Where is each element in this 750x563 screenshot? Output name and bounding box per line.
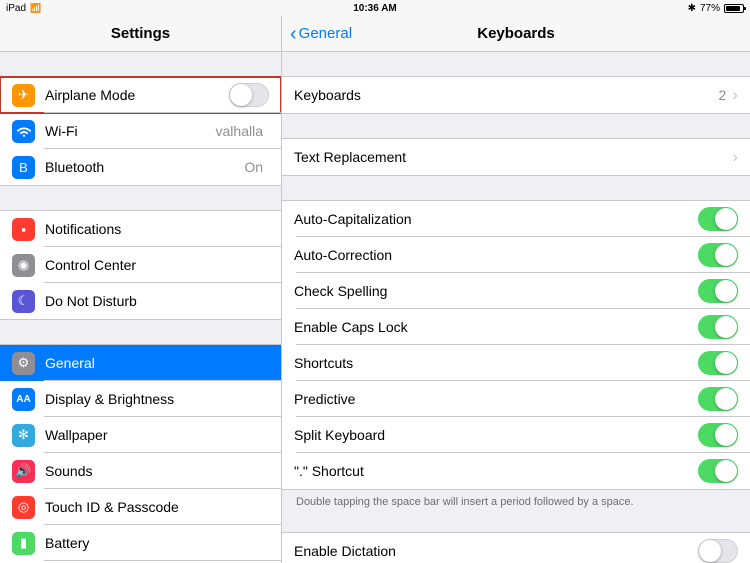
- sidebar-item-notifications[interactable]: ▪ Notifications: [0, 211, 281, 247]
- sidebar-item-wallpaper[interactable]: ✻ Wallpaper: [0, 417, 281, 453]
- sidebar-item-battery[interactable]: ▮ Battery: [0, 525, 281, 561]
- wifi-settings-icon: [12, 120, 35, 143]
- toggles-footer-note: Double tapping the space bar will insert…: [282, 490, 750, 508]
- chevron-right-icon: ›: [732, 147, 738, 167]
- wallpaper-icon: ✻: [12, 424, 35, 447]
- keyboard-toggles-group: Auto-Capitalization Auto-Correction Check …: [282, 200, 750, 490]
- row-label: Shortcuts: [294, 355, 698, 371]
- toggle-switch[interactable]: [698, 423, 738, 447]
- battery-icon: [724, 4, 744, 13]
- keyboards-count: 2: [719, 87, 727, 103]
- chevron-left-icon: ‹: [290, 24, 297, 44]
- toggle-switch[interactable]: [698, 387, 738, 411]
- row-label: Check Spelling: [294, 283, 698, 299]
- sidebar-item-control-center[interactable]: ◉ Control Center: [0, 247, 281, 283]
- keyboard-toggle-row[interactable]: Split Keyboard: [282, 417, 750, 453]
- sidebar-item-label: Notifications: [45, 221, 269, 237]
- row-label: "." Shortcut: [294, 463, 698, 479]
- status-battery-pct: 77%: [700, 3, 720, 14]
- row-label: Predictive: [294, 391, 698, 407]
- text-replacement-row[interactable]: Text Replacement ›: [282, 139, 750, 175]
- sidebar-item-do-not-disturb[interactable]: ☾ Do Not Disturb: [0, 283, 281, 319]
- status-time: 10:36 AM: [252, 3, 498, 14]
- bluetooth-icon: ✱: [688, 3, 696, 14]
- row-label: Enable Caps Lock: [294, 319, 698, 335]
- back-label: General: [299, 25, 352, 42]
- row-label: Auto-Capitalization: [294, 211, 698, 227]
- row-label: Enable Dictation: [294, 543, 698, 559]
- status-device: iPad: [6, 3, 26, 14]
- sidebar-item-label: Do Not Disturb: [45, 293, 269, 309]
- sidebar-item-label: Touch ID & Passcode: [45, 499, 269, 515]
- wifi-network-value: valhalla: [216, 123, 263, 139]
- sidebar-item-label: General: [45, 355, 269, 371]
- toggle-switch[interactable]: [698, 207, 738, 231]
- row-label: Keyboards: [294, 87, 719, 103]
- keyboard-toggle-row[interactable]: Predictive: [282, 381, 750, 417]
- row-label: Split Keyboard: [294, 427, 698, 443]
- sidebar-item-label: Control Center: [45, 257, 269, 273]
- display-icon: AA: [12, 388, 35, 411]
- keyboard-toggle-row[interactable]: "." Shortcut: [282, 453, 750, 489]
- sidebar-item-label: Wallpaper: [45, 427, 269, 443]
- sidebar-item-bluetooth[interactable]: B Bluetooth On: [0, 149, 281, 185]
- sidebar-item-label: Wi-Fi: [45, 123, 216, 139]
- keyboard-toggle-row[interactable]: Check Spelling: [282, 273, 750, 309]
- enable-dictation-switch[interactable]: [698, 539, 738, 563]
- sidebar-title: Settings: [0, 25, 281, 42]
- settings-sidebar: Settings ✈ Airplane Mode Wi-Fi valhalla …: [0, 16, 282, 563]
- sidebar-item-display-brightness[interactable]: AA Display & Brightness: [0, 381, 281, 417]
- sidebar-item-touch-id-passcode[interactable]: ◎ Touch ID & Passcode: [0, 489, 281, 525]
- toggle-switch[interactable]: [698, 351, 738, 375]
- keyboard-toggle-row[interactable]: Auto-Correction: [282, 237, 750, 273]
- detail-pane: ‹ General Keyboards Keyboards 2 › Text R…: [282, 16, 750, 563]
- battery-settings-icon: ▮: [12, 532, 35, 555]
- control-center-icon: ◉: [12, 254, 35, 277]
- wifi-icon: [30, 3, 41, 14]
- detail-navbar: ‹ General Keyboards: [282, 16, 750, 52]
- keyboard-toggle-row[interactable]: Auto-Capitalization: [282, 201, 750, 237]
- bluetooth-value: On: [244, 159, 263, 175]
- row-label: Auto-Correction: [294, 247, 698, 263]
- sidebar-item-label: Bluetooth: [45, 159, 244, 175]
- chevron-right-icon: ›: [732, 85, 738, 105]
- touchid-icon: ◎: [12, 496, 35, 519]
- sidebar-item-label: Airplane Mode: [45, 87, 229, 103]
- general-icon: ⚙: [12, 352, 35, 375]
- status-bar: iPad 10:36 AM ✱ 77%: [0, 0, 750, 16]
- sidebar-navbar: Settings: [0, 16, 281, 52]
- sidebar-item-general[interactable]: ⚙ General: [0, 345, 281, 381]
- dnd-icon: ☾: [12, 290, 35, 313]
- keyboards-row[interactable]: Keyboards 2 ›: [282, 77, 750, 113]
- toggle-switch[interactable]: [698, 315, 738, 339]
- sounds-icon: 🔊: [12, 460, 35, 483]
- enable-dictation-row[interactable]: Enable Dictation: [282, 533, 750, 563]
- sidebar-item-label: Sounds: [45, 463, 269, 479]
- notifications-icon: ▪: [12, 218, 35, 241]
- airplane-mode-switch[interactable]: [229, 83, 269, 107]
- sidebar-item-airplane-mode[interactable]: ✈ Airplane Mode: [0, 77, 281, 113]
- back-button[interactable]: ‹ General: [282, 24, 352, 44]
- sidebar-item-sounds[interactable]: 🔊 Sounds: [0, 453, 281, 489]
- row-label: Text Replacement: [294, 149, 732, 165]
- sidebar-item-label: Display & Brightness: [45, 391, 269, 407]
- bluetooth-settings-icon: B: [12, 156, 35, 179]
- sidebar-item-label: Battery: [45, 535, 269, 551]
- keyboard-toggle-row[interactable]: Enable Caps Lock: [282, 309, 750, 345]
- airplane-icon: ✈: [12, 84, 35, 107]
- toggle-switch[interactable]: [698, 243, 738, 267]
- toggle-switch[interactable]: [698, 459, 738, 483]
- detail-title: Keyboards: [282, 25, 750, 42]
- sidebar-item-wifi[interactable]: Wi-Fi valhalla: [0, 113, 281, 149]
- toggle-switch[interactable]: [698, 279, 738, 303]
- keyboard-toggle-row[interactable]: Shortcuts: [282, 345, 750, 381]
